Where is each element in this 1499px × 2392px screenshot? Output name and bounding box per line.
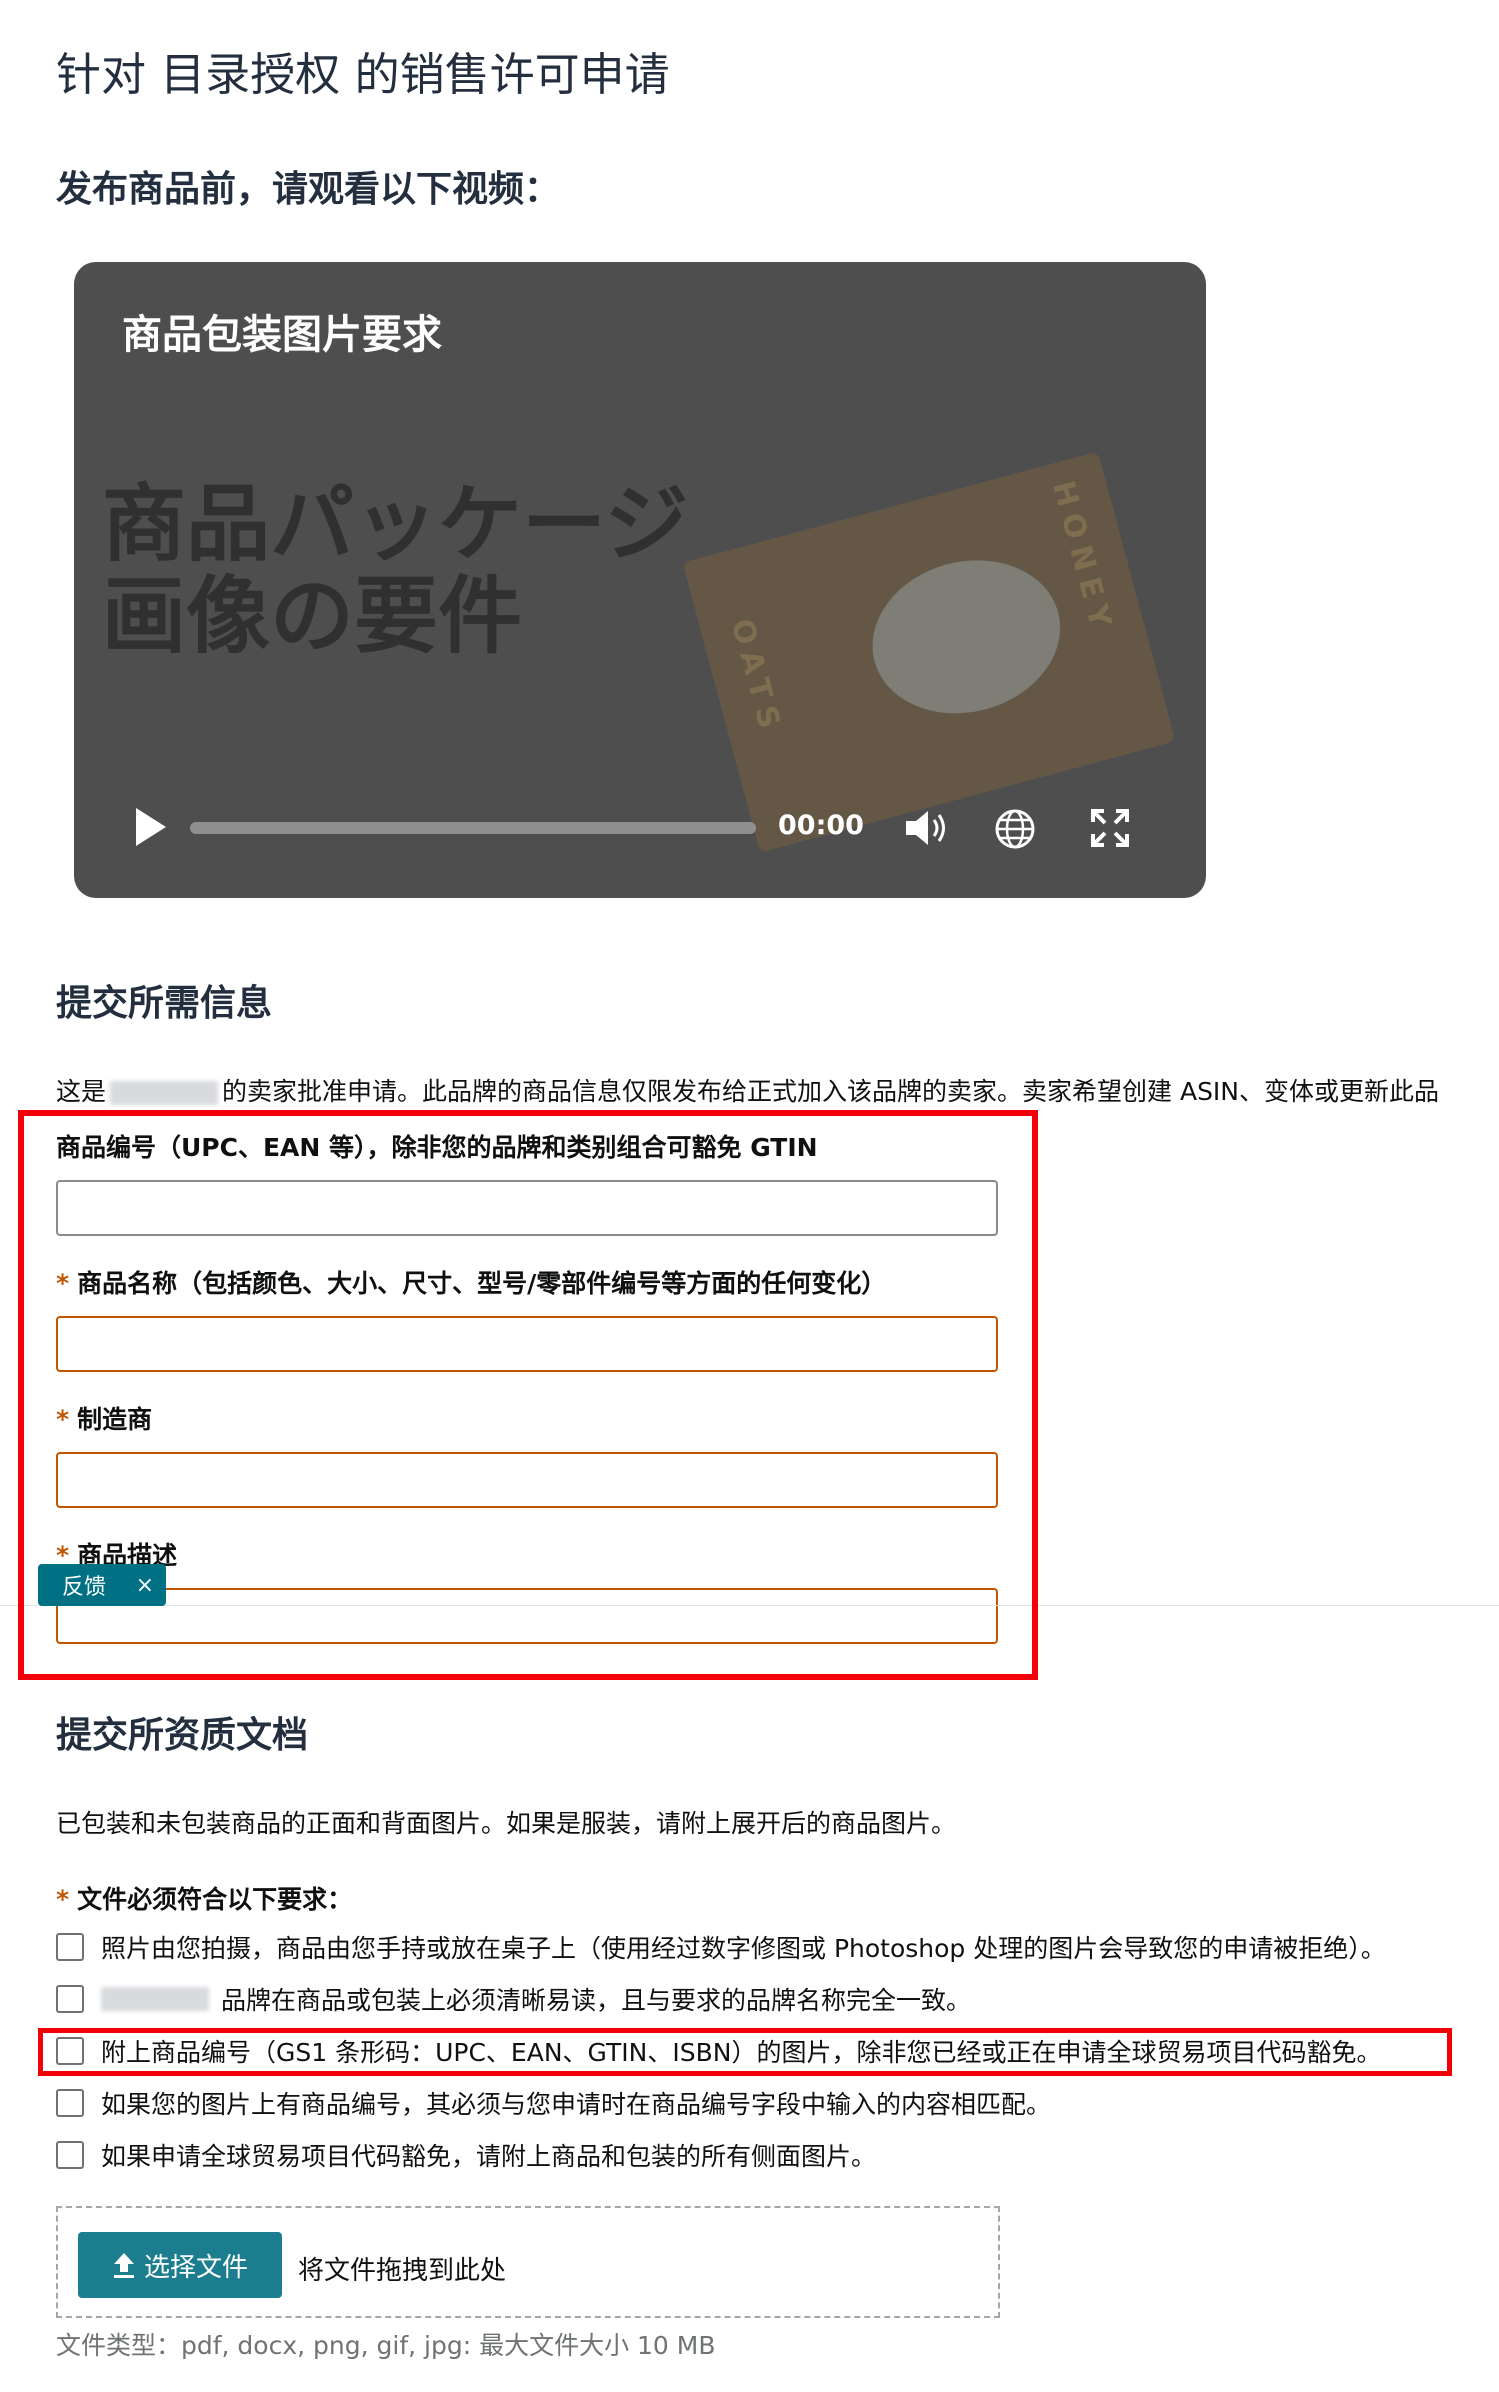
intro-text: 这是 的卖家批准申请。此品牌的商品信息仅限发布给正式加入该品牌的卖家。卖家希望创建… xyxy=(56,1072,1439,1108)
fullscreen-icon[interactable] xyxy=(1090,808,1130,848)
requirement-text: 如果您的图片上有商品编号，其必须与您申请时在商品编号字段中输入的内容相匹配。 xyxy=(101,2090,1052,2119)
requirement-checkbox[interactable] xyxy=(56,1933,84,1961)
package-text-left: OATS xyxy=(723,615,789,740)
requirements-label: * 文件必须符合以下要求： xyxy=(56,1880,352,1916)
page-title: 针对 目录授权 的销售许可申请 xyxy=(56,48,670,101)
video-player[interactable]: 商品パッケージ 画像の要件 OATS HONEY 商品包装图片要求 00:00 xyxy=(74,262,1206,898)
video-title: 商品包装图片要求 xyxy=(122,312,442,358)
video-time: 00:00 xyxy=(778,810,864,841)
requirement-checkbox[interactable] xyxy=(56,2089,84,2117)
requirement-checkbox[interactable] xyxy=(56,2141,84,2169)
choose-file-button[interactable]: 选择文件 xyxy=(78,2232,282,2298)
requirements-label-text: 文件必须符合以下要求： xyxy=(77,1885,353,1914)
requirement-item: 照片由您拍摄，商品由您手持或放在桌子上（使用经过数字修图或 Photoshop … xyxy=(56,1930,1386,1964)
video-thumbnail-text: 商品パッケージ 画像の要件 xyxy=(102,475,689,666)
docs-heading: 提交所资质文档 xyxy=(56,1715,309,1756)
package-label xyxy=(855,539,1078,734)
highlight-box-barcode xyxy=(38,2028,1452,2076)
drop-text: 将文件拖拽到此处 xyxy=(298,2256,507,2286)
watch-heading: 发布商品前，请观看以下视频： xyxy=(56,169,561,210)
intro-prefix: 这是 xyxy=(56,1077,107,1106)
brand-name-redacted xyxy=(110,1081,219,1105)
highlight-box-fields xyxy=(18,1110,1038,1680)
upload-icon xyxy=(113,2253,134,2278)
requirement-item: 如果您的图片上有商品编号，其必须与您申请时在商品编号字段中输入的内容相匹配。 xyxy=(56,2086,1051,2120)
docs-description: 已包装和未包装商品的正面和背面图片。如果是服装，请附上展开后的商品图片。 xyxy=(56,1809,957,1838)
info-heading: 提交所需信息 xyxy=(56,983,273,1024)
intro-suffix: 的卖家批准申请。此品牌的商品信息仅限发布给正式加入该品牌的卖家。卖家希望创建 A… xyxy=(222,1077,1440,1106)
requirement-checkbox[interactable] xyxy=(56,1985,84,2013)
package-illustration: OATS HONEY xyxy=(682,451,1176,853)
file-types-note: 文件类型：pdf, docx, png, gif, jpg: 最大文件大小 10… xyxy=(56,2331,716,2360)
play-icon[interactable] xyxy=(136,808,166,846)
globe-icon[interactable] xyxy=(994,808,1036,850)
requirement-text: 如果申请全球贸易项目代码豁免，请附上商品和包装的所有侧面图片。 xyxy=(101,2142,877,2171)
video-progress-bar[interactable] xyxy=(190,822,756,834)
required-marker: * xyxy=(56,1885,70,1914)
volume-icon[interactable] xyxy=(904,808,950,848)
requirement-item: 如果申请全球贸易项目代码豁免，请附上商品和包装的所有侧面图片。 xyxy=(56,2138,876,2172)
requirement-text: 品牌在商品或包装上必须清晰易读，且与要求的品牌名称完全一致。 xyxy=(221,1986,972,2015)
brand-name-redacted xyxy=(101,1987,209,2011)
requirement-item: 品牌在商品或包装上必须清晰易读，且与要求的品牌名称完全一致。 xyxy=(56,1982,971,2016)
choose-file-label: 选择文件 xyxy=(143,2252,248,2283)
requirement-text: 照片由您拍摄，商品由您手持或放在桌子上（使用经过数字修图或 Photoshop … xyxy=(101,1934,1386,1963)
